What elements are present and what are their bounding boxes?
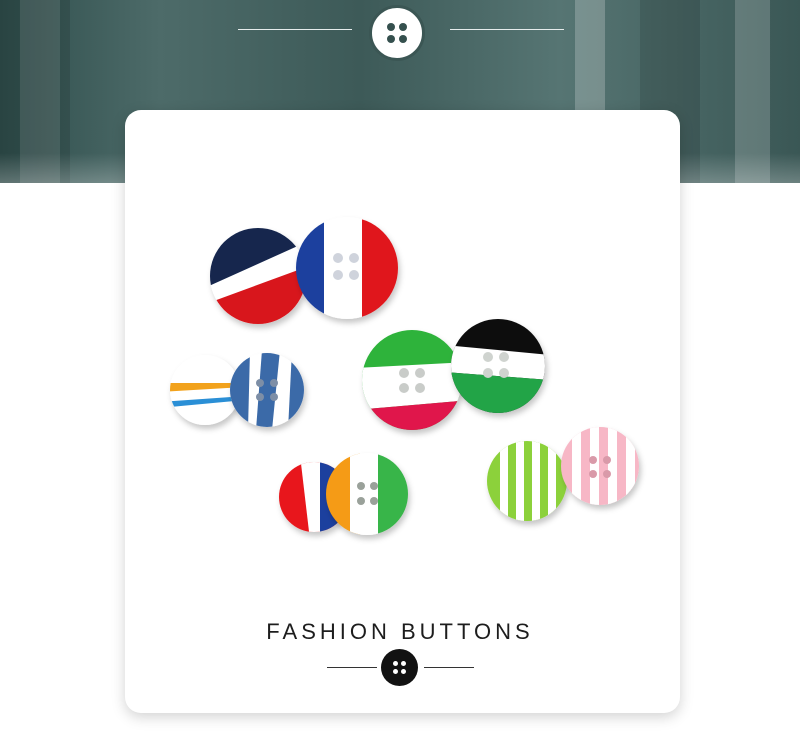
bottom-divider-left (327, 667, 377, 668)
four-hole-button-icon (381, 649, 418, 686)
button-black-white-green (451, 319, 545, 413)
button-blue-white-red (296, 217, 398, 319)
bottom-divider-right (424, 667, 474, 668)
button-orange-white-green (326, 453, 408, 535)
button-pink-white-stripe (561, 427, 639, 505)
button-blue-white-stripe (230, 353, 304, 427)
product-title: FASHION BUTTONS (266, 619, 534, 644)
